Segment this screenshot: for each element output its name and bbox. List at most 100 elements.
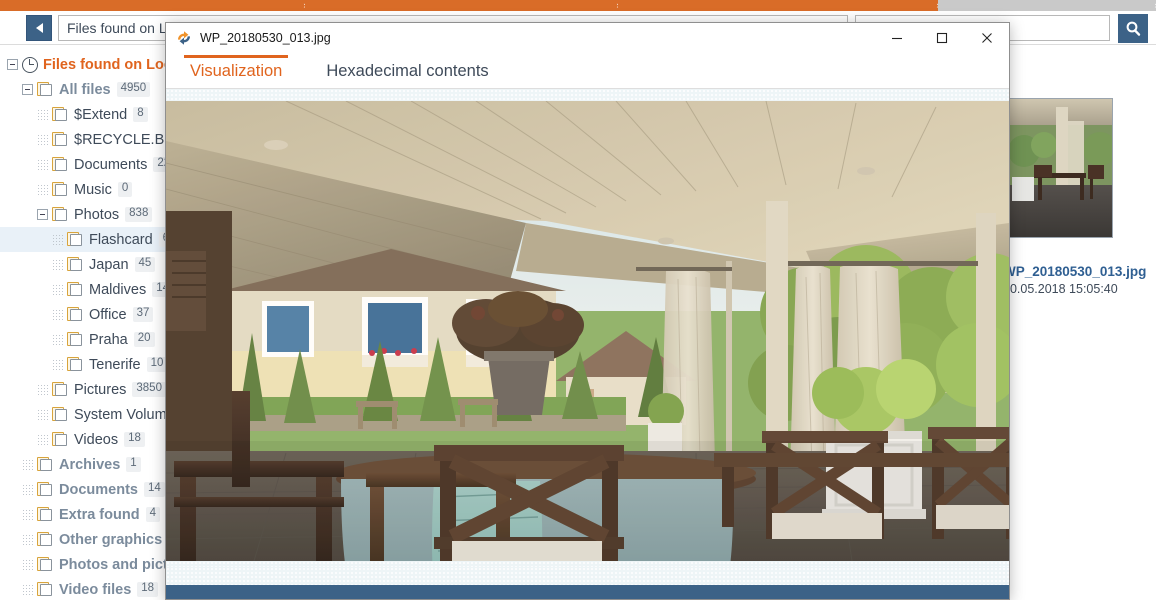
viewer-tab-bar[interactable]: Visualization Hexadecimal contents (166, 53, 1009, 89)
tree-item-japan[interactable]: Japan 45 (0, 252, 175, 277)
viewer-tab-visualization[interactable]: Visualization (184, 55, 289, 88)
tree-guide-dots (37, 409, 48, 420)
tree-item-label: Video files (59, 581, 132, 598)
tree-item-label: Other graphics (59, 531, 163, 548)
tree-item-count-badge: 18 (124, 432, 145, 447)
back-button[interactable] (26, 15, 52, 41)
tree-item-label: Documents (74, 156, 148, 173)
tree-item-extend[interactable]: $Extend 8 (0, 102, 175, 127)
tree-item-label: Photos (74, 206, 120, 223)
photo-preview[interactable] (166, 101, 1009, 561)
tree-guide-dots (52, 284, 63, 295)
tree-item-videos[interactable]: Videos 18 (0, 427, 175, 452)
wizard-step-2: › (305, 0, 620, 11)
tree-item-count-badge: 4950 (116, 82, 151, 97)
tree-guide-dots (52, 334, 63, 345)
tree-item-label: $Extend (74, 106, 128, 123)
tree-item-count-badge: 0 (117, 182, 133, 197)
folder-icon (37, 582, 54, 597)
tree-item-tenerife[interactable]: Tenerife 10 (0, 352, 175, 377)
tree-guide-dots (22, 459, 33, 470)
terrace-photo-image (166, 101, 1009, 561)
folder-icon (52, 432, 69, 447)
tree-item-photos[interactable]: Photos 838 (0, 202, 175, 227)
tree-item-label: Maldives (89, 281, 147, 298)
result-item[interactable]: WP_20180530_013.jpg 30.05.2018 15:05:40 (1003, 98, 1153, 296)
tree-item-video-files[interactable]: Video files 18 (0, 577, 175, 600)
tree-item-maldives[interactable]: Maldives 14 (0, 277, 175, 302)
tree-item-label: Files found on Local Disk (E:) (43, 56, 175, 73)
thumbnail-image[interactable] (1003, 98, 1113, 238)
tree-item-praha[interactable]: Praha 20 (0, 327, 175, 352)
tree-guide-dots (37, 384, 48, 395)
folder-icon (67, 332, 84, 347)
folder-icon (52, 382, 69, 397)
back-arrow-icon (35, 23, 43, 33)
wizard-step-3: › (618, 0, 940, 11)
tree-item-documents[interactable]: Documents 22 (0, 152, 175, 177)
tree-item-count-badge: 37 (132, 307, 154, 322)
tree-guide-dots (22, 484, 33, 495)
tree-item-label: Archives (59, 456, 121, 473)
folder-tree-panel[interactable]: Files found on Local Disk (E:) All files 4… (0, 46, 175, 600)
tree-item-office[interactable]: Office 37 (0, 302, 175, 327)
tree-item-count-badge: 20 (133, 332, 155, 347)
tree-item-label: Praha (89, 331, 128, 348)
tree-item-flashcard[interactable]: Flashcard653 (0, 227, 175, 252)
folder-icon (52, 107, 69, 122)
tree-item-system-volume-information[interactable]: System Volume Information (0, 402, 175, 427)
tree-item-label: Tenerife (89, 356, 141, 373)
wizard-progress-bar: ›››› (0, 0, 1156, 11)
tree-guide-dots (52, 359, 63, 370)
tree-item-label: Videos (74, 431, 119, 448)
tree-item-photos-and-pictures[interactable]: Photos and pictures (0, 552, 175, 577)
folder-icon (37, 507, 54, 522)
tree-item-label: Office (89, 306, 127, 323)
viewer-tab-hexadecimal-contents[interactable]: Hexadecimal contents (320, 62, 494, 88)
app-logo-icon (176, 30, 192, 46)
tree-item-count-badge: 3850 (132, 382, 166, 397)
close-button[interactable] (964, 23, 1009, 53)
folder-icon (37, 482, 54, 497)
tree-item-other-graphics[interactable]: Other graphics (0, 527, 175, 552)
tree-item-count-badge: 4 (145, 507, 160, 522)
search-icon (1126, 21, 1140, 36)
tree-item-count-badge: 45 (134, 257, 156, 272)
result-file-date: 30.05.2018 15:05:40 (1003, 282, 1118, 296)
tree-item-archives[interactable]: Archives 1 (0, 452, 175, 477)
result-file-name[interactable]: WP_20180530_013.jpg (1003, 264, 1153, 279)
tree-item-documents[interactable]: Documents 14 (0, 477, 175, 502)
folder-icon (37, 82, 54, 97)
collapse-icon[interactable] (37, 209, 48, 220)
tree-guide-dots (22, 559, 33, 570)
tree-item-extra-found[interactable]: Extra found 4 (0, 502, 175, 527)
tree-item-label: System Volume Information (74, 406, 175, 423)
tree-item-label: Japan (89, 256, 129, 273)
tree-item-all-files[interactable]: All files 4950 (0, 77, 175, 102)
tree-guide-dots (37, 434, 48, 445)
viewer-title-text: WP_20180530_013.jpg (200, 31, 331, 45)
tree-guide-dots (37, 184, 48, 195)
tree-item-recycle-bin[interactable]: $RECYCLE.BIN (0, 127, 175, 152)
tree-item-label: $RECYCLE.BIN (74, 131, 175, 148)
collapse-icon[interactable] (7, 59, 18, 70)
tree-item-files-found-on-local-disk-e[interactable]: Files found on Local Disk (E:) (0, 52, 175, 77)
collapse-icon[interactable] (22, 84, 33, 95)
maximize-button[interactable] (919, 23, 964, 53)
viewer-status-bar (166, 585, 1009, 599)
minimize-button[interactable] (874, 23, 919, 53)
file-viewer-window: WP_20180530_013.jpg Visualization Hexade… (165, 22, 1010, 600)
folder-icon (52, 182, 69, 197)
viewer-title-bar[interactable]: WP_20180530_013.jpg (166, 23, 1009, 53)
tree-item-pictures[interactable]: Pictures 3850 (0, 377, 175, 402)
search-button[interactable] (1118, 14, 1148, 43)
folder-icon (52, 157, 69, 172)
tree-item-count-badge: 18 (137, 582, 159, 597)
tree-item-count-badge: 8 (133, 107, 148, 122)
wizard-step-1: › (0, 0, 307, 11)
tree-guide-dots (37, 109, 48, 120)
tree-item-music[interactable]: Music 0 (0, 177, 175, 202)
tree-item-label: Flashcard (89, 231, 153, 248)
folder-icon (37, 457, 54, 472)
tree-item-label: Photos and pictures (59, 556, 175, 573)
